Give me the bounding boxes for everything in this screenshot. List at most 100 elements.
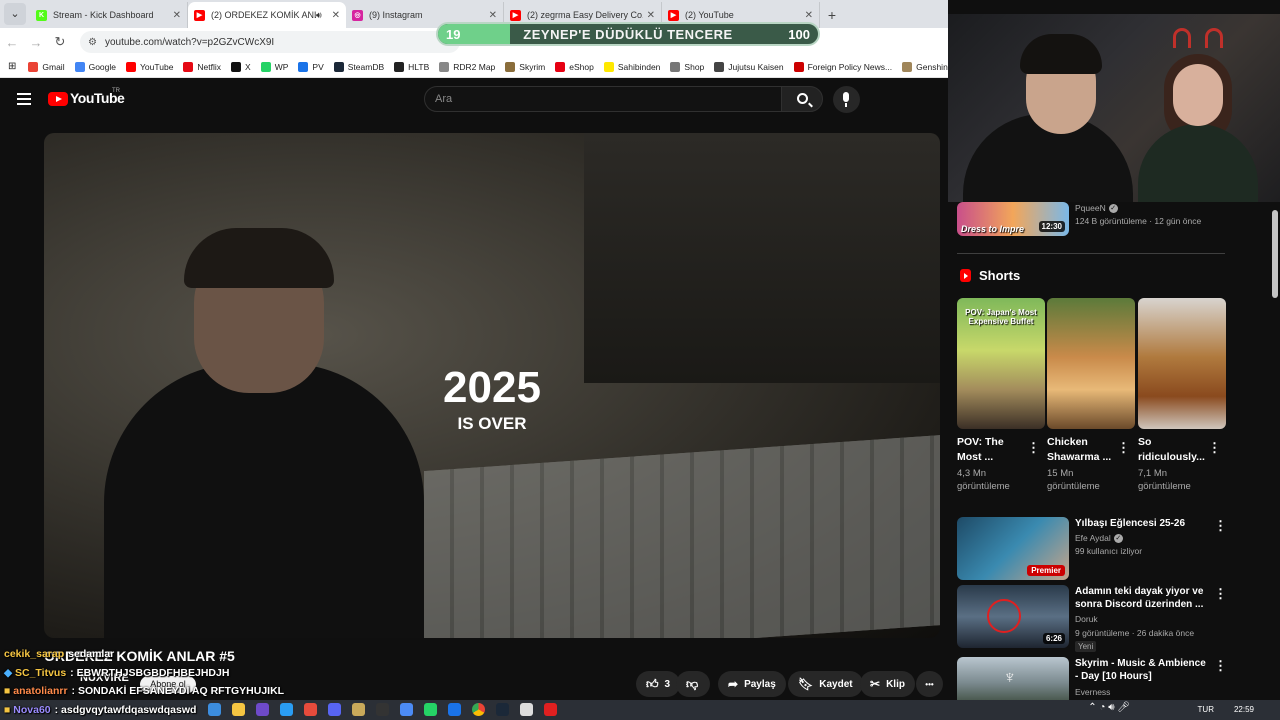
start-icon[interactable] xyxy=(208,703,221,716)
files-icon[interactable] xyxy=(232,703,245,716)
bookmark-item[interactable]: Shop xyxy=(670,61,704,72)
tab-search-icon[interactable]: ⌄ xyxy=(4,3,26,25)
bookmark-item[interactable]: Genshin xyxy=(902,61,948,72)
browser-tab[interactable]: K Stream - Kick Dashboard ✕ xyxy=(30,2,188,28)
bookmark-item[interactable]: Skyrim xyxy=(505,61,545,72)
menu-icon[interactable] xyxy=(17,93,31,105)
video-frame-bed xyxy=(424,434,940,638)
like-button[interactable]: 👍︎ 3 xyxy=(636,671,681,697)
more-options-icon[interactable]: ⋮ xyxy=(1027,440,1040,456)
new-tab-button[interactable]: + xyxy=(820,7,844,23)
bookmark-favicon-icon xyxy=(603,61,614,72)
bookmark-item[interactable]: HLTB xyxy=(394,61,429,72)
apps-grid-icon[interactable]: ⊞ xyxy=(8,61,16,72)
terminal-icon[interactable] xyxy=(376,703,389,716)
short-thumbnail[interactable]: POV: Japan's Most Expensive Buffet xyxy=(957,298,1045,429)
bookmark-item[interactable]: PV xyxy=(298,61,324,72)
speaker-icon[interactable]: 🔊︎ xyxy=(316,10,322,21)
channel-name[interactable]: Efe Aydal ✓ xyxy=(1075,532,1123,545)
dislike-button[interactable]: 👎︎ xyxy=(676,671,710,697)
app-icon[interactable] xyxy=(400,703,413,716)
video-thumbnail[interactable]: Premier xyxy=(957,517,1069,580)
channel-label: Efe Aydal xyxy=(1075,533,1111,543)
more-actions-button[interactable]: ••• xyxy=(916,671,943,697)
reindeer-antler-icon xyxy=(1205,28,1223,48)
chat-badge-icon: ◆ xyxy=(4,667,15,679)
more-options-icon[interactable]: ⋮ xyxy=(1117,440,1130,456)
browser-tab[interactable]: ▶ (2) ORDEKEZ KOMİK ANLAR🔊︎ ✕ xyxy=(188,2,346,28)
input-language[interactable]: TUR xyxy=(1198,705,1214,714)
short-thumbnail[interactable] xyxy=(1138,298,1226,429)
voice-search-button[interactable] xyxy=(833,86,860,113)
share-button[interactable]: ➦ Paylaş xyxy=(718,671,786,697)
steam-icon[interactable] xyxy=(496,703,509,716)
discord-icon[interactable] xyxy=(328,703,341,716)
video-title[interactable]: Adamın teki dayak yiyor ve sonra Discord… xyxy=(1075,585,1210,611)
search-input[interactable]: Ara xyxy=(424,86,782,112)
short-title[interactable]: Chicken Shawarma ... xyxy=(1047,435,1117,465)
short-thumbnail[interactable] xyxy=(1047,298,1135,429)
close-tab-icon[interactable]: ✕ xyxy=(173,10,181,21)
video-thumbnail[interactable]: 6:26 xyxy=(957,585,1069,648)
save-button[interactable]: 🔖︎ Kaydet xyxy=(788,671,863,697)
bookmark-item[interactable]: WP xyxy=(260,61,288,72)
bookmark-item[interactable]: YouTube xyxy=(126,61,173,72)
search-app-icon[interactable] xyxy=(280,703,293,716)
youtube-logo-icon[interactable] xyxy=(48,92,68,106)
close-tab-icon[interactable]: ✕ xyxy=(489,10,497,21)
short-title[interactable]: POV: The Most ... xyxy=(957,435,1027,465)
bookmark-item[interactable]: Sahibinden xyxy=(603,61,660,72)
bookmark-favicon-icon xyxy=(714,61,725,72)
whatsapp-icon[interactable] xyxy=(424,703,437,716)
bookmark-item[interactable]: RDR2 Map xyxy=(439,61,495,72)
short-title[interactable]: So ridiculously... xyxy=(1138,435,1208,465)
bookmark-item[interactable]: Foreign Policy News... xyxy=(793,61,892,72)
bookmark-item[interactable]: eShop xyxy=(555,61,594,72)
chat-text: : asdgvqytawfdqaswdqaswd xyxy=(54,704,197,716)
site-info-icon[interactable]: ⚙ xyxy=(88,37,97,48)
bookmark-item[interactable]: Google xyxy=(74,61,116,72)
reload-icon[interactable]: ↻ xyxy=(48,34,72,50)
tray-overflow-icon[interactable]: ⌃ ◔ 🔊︎ 🎤︎ xyxy=(1088,702,1130,713)
sidebar-scrollbar[interactable] xyxy=(1272,210,1278,298)
channel-name[interactable]: PqueeN ✓ xyxy=(1075,202,1118,215)
back-icon[interactable]: ← xyxy=(0,35,24,50)
search-button[interactable] xyxy=(781,86,823,112)
bookmark-item[interactable]: X xyxy=(231,61,251,72)
media-icon[interactable] xyxy=(304,703,317,716)
new-badge: Yeni xyxy=(1075,641,1097,652)
tab-favicon-icon: ◎ xyxy=(352,9,363,21)
close-tab-icon[interactable]: ✕ xyxy=(332,10,340,21)
more-options-icon[interactable]: ⋮ xyxy=(1208,440,1221,456)
game-icon[interactable] xyxy=(352,703,365,716)
video-thumbnail[interactable]: ♆ xyxy=(957,657,1069,700)
tab-title: (2) ORDEKEZ KOMİK ANLAR xyxy=(211,10,316,20)
bookmark-item[interactable]: Gmail xyxy=(28,61,65,72)
clock[interactable]: 22:59 xyxy=(1234,705,1254,714)
video-title[interactable]: Skyrim - Music & Ambience - Day [10 Hour… xyxy=(1075,657,1210,683)
more-options-icon[interactable]: ⋮ xyxy=(1214,518,1227,534)
more-options-icon[interactable]: ⋮ xyxy=(1214,658,1227,674)
close-tab-icon[interactable]: ✕ xyxy=(647,10,655,21)
store-icon[interactable] xyxy=(256,703,269,716)
forward-icon[interactable]: → xyxy=(24,35,48,50)
bookmark-item[interactable]: SteamDB xyxy=(333,61,384,72)
bookmark-item[interactable]: Jujutsu Kaisen xyxy=(714,61,784,72)
app-icon[interactable] xyxy=(520,703,533,716)
video-title[interactable]: Yılbaşı Eğlencesi 25-26 xyxy=(1075,517,1210,530)
address-bar[interactable]: ⚙ youtube.com/watch?v=p2GZvCWcX9I xyxy=(80,31,460,53)
close-tab-icon[interactable]: ✕ xyxy=(805,10,813,21)
more-options-icon[interactable]: ⋮ xyxy=(1214,586,1227,602)
divider xyxy=(957,253,1225,254)
video-thumbnail[interactable]: Dress to Impre 12:30 xyxy=(957,202,1069,236)
opera-icon[interactable] xyxy=(544,703,557,716)
video-player[interactable]: 2025 IS OVER xyxy=(44,133,940,638)
channel-name[interactable]: Everness xyxy=(1075,686,1110,699)
chrome-icon[interactable] xyxy=(472,703,485,716)
bookmark-item[interactable]: Netflix xyxy=(183,61,221,72)
channel-name[interactable]: Doruk xyxy=(1075,613,1098,626)
thumbnail-text: Dress to Impre xyxy=(961,224,1025,234)
bookmark-label: eShop xyxy=(569,61,594,72)
docs-icon[interactable] xyxy=(448,703,461,716)
clip-button[interactable]: ✂ Klip xyxy=(860,671,915,697)
